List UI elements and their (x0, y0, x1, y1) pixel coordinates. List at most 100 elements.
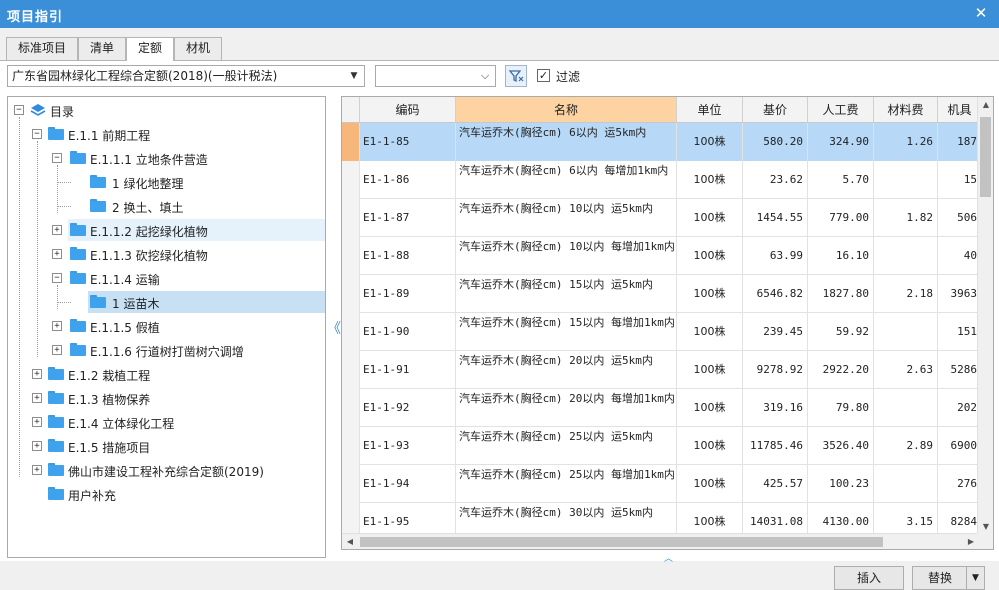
tree-node[interactable]: + E.1.1.5 假植 (8, 315, 325, 337)
cell-unit[interactable]: 100株 (677, 123, 743, 161)
column-header-labor-cost[interactable]: 人工费 (808, 97, 874, 123)
tree-node[interactable]: + E.1.4 立体绿化工程 (8, 411, 325, 433)
table-row[interactable]: E1-1-89 汽车运乔木(胸径cm) 15以内 运5km内 100株 6546.82… (342, 275, 982, 313)
cell-name[interactable]: 汽车运乔木(胸径cm) 20以内 每增加1km内 (456, 389, 677, 427)
row-indicator[interactable] (342, 427, 360, 465)
tab-quota[interactable]: 定额 (126, 37, 174, 61)
horizontal-scroll-thumb[interactable] (360, 537, 883, 547)
column-header-code[interactable]: 编码 (360, 97, 456, 123)
cell-machine-cost[interactable]: 506 (938, 199, 982, 237)
tab-standard-items[interactable]: 标准项目 (6, 37, 78, 60)
tab-materials[interactable]: 材机 (174, 37, 222, 60)
vertical-scroll-thumb[interactable] (980, 117, 991, 197)
horizontal-scrollbar[interactable]: ◀ ▶ (342, 533, 979, 549)
expand-icon[interactable]: + (32, 369, 42, 379)
cell-unit[interactable]: 100株 (677, 389, 743, 427)
expand-icon[interactable]: + (32, 441, 42, 451)
row-indicator[interactable] (342, 465, 360, 503)
column-header-machine-cost[interactable]: 机具 (938, 97, 982, 123)
row-indicator[interactable] (342, 123, 360, 161)
tree-node[interactable]: + E.1.2 栽植工程 (8, 363, 325, 385)
tree-node[interactable]: + E.1.3 植物保养 (8, 387, 325, 409)
filter-button[interactable] (505, 65, 527, 87)
cell-machine-cost[interactable]: 40 (938, 237, 982, 275)
cell-material-cost[interactable] (874, 237, 938, 275)
vertical-scrollbar[interactable]: ▲ ▼ (977, 97, 993, 535)
cell-unit[interactable]: 100株 (677, 465, 743, 503)
column-header-base-price[interactable]: 基价 (743, 97, 808, 123)
expand-icon[interactable]: + (32, 393, 42, 403)
table-row[interactable]: E1-1-86 汽车运乔木(胸径cm) 6以内 每增加1km内 100株 23.62 5… (342, 161, 982, 199)
cell-machine-cost[interactable]: 202 (938, 389, 982, 427)
cell-material-cost[interactable]: 1.82 (874, 199, 938, 237)
tree-node[interactable]: + E.1.5 措施项目 (8, 435, 325, 457)
cell-material-cost[interactable] (874, 161, 938, 199)
cell-labor-cost[interactable]: 3526.40 (808, 427, 874, 465)
table-row[interactable]: E1-1-88 汽车运乔木(胸径cm) 10以内 每增加1km内 100株 63.99… (342, 237, 982, 275)
row-indicator[interactable] (342, 199, 360, 237)
cell-base-price[interactable]: 63.99 (743, 237, 808, 275)
collapse-icon[interactable]: − (14, 105, 24, 115)
cell-unit[interactable]: 100株 (677, 237, 743, 275)
expand-icon[interactable]: + (52, 225, 62, 235)
tree-node[interactable]: 用户补充 (8, 483, 325, 505)
scroll-up-icon[interactable]: ▲ (978, 97, 993, 113)
tree-node[interactable]: 1 运苗木 (8, 291, 325, 313)
column-header-name[interactable]: 名称 (456, 97, 677, 123)
tree-node[interactable]: − 目录 (8, 99, 325, 121)
cell-code[interactable]: E1-1-94 (360, 465, 456, 503)
table-row[interactable]: E1-1-91 汽车运乔木(胸径cm) 20以内 运5km内 100株 9278.92… (342, 351, 982, 389)
table-row[interactable]: E1-1-92 汽车运乔木(胸径cm) 20以内 每增加1km内 100株 319.1… (342, 389, 982, 427)
cell-labor-cost[interactable]: 100.23 (808, 465, 874, 503)
column-header-unit[interactable]: 单位 (677, 97, 743, 123)
tree-node[interactable]: − E.1.1 前期工程 (8, 123, 325, 145)
table-row[interactable]: E1-1-94 汽车运乔木(胸径cm) 25以内 每增加1km内 100株 425.5… (342, 465, 982, 503)
table-row[interactable]: E1-1-85 汽车运乔木(胸径cm) 6以内 运5km内 100株 580.20 32… (342, 123, 982, 161)
filter-checkbox[interactable]: ✓ (537, 69, 550, 82)
row-indicator[interactable] (342, 161, 360, 199)
cell-labor-cost[interactable]: 5.70 (808, 161, 874, 199)
bottom-grip-icon[interactable]: ︿ (664, 551, 673, 564)
cell-name[interactable]: 汽车运乔木(胸径cm) 25以内 每增加1km内 (456, 465, 677, 503)
tree-node[interactable]: + 佛山市建设工程补充综合定额(2019) (8, 459, 325, 481)
row-indicator[interactable] (342, 389, 360, 427)
cell-material-cost[interactable]: 2.18 (874, 275, 938, 313)
cell-name[interactable]: 汽车运乔木(胸径cm) 6以内 运5km内 (456, 123, 677, 161)
cell-code[interactable]: E1-1-88 (360, 237, 456, 275)
cell-unit[interactable]: 100株 (677, 313, 743, 351)
collapse-left-icon[interactable]: 《 (327, 318, 341, 338)
quota-grid[interactable]: 编码 名称 单位 基价 人工费 材料费 机具 E1-1-85 汽车运乔木(胸径cm… (341, 96, 994, 550)
row-indicator[interactable] (342, 237, 360, 275)
cell-unit[interactable]: 100株 (677, 161, 743, 199)
cell-material-cost[interactable] (874, 465, 938, 503)
tree-node[interactable]: + E.1.1.2 起挖绿化植物 (8, 219, 325, 241)
directory-tree[interactable]: − 目录 − E.1.1 前期工程 − E.1.1.1 立地条件营造 1 绿化地整理 2 换土… (7, 96, 326, 558)
quota-library-select[interactable]: 广东省园林绿化工程综合定额(2018)(一般计税法) ▼ (7, 65, 365, 87)
cell-machine-cost[interactable]: 15 (938, 161, 982, 199)
cell-material-cost[interactable]: 1.26 (874, 123, 938, 161)
cell-material-cost[interactable] (874, 313, 938, 351)
tree-node[interactable]: + E.1.1.6 行道树打凿树穴调增 (8, 339, 325, 361)
cell-code[interactable]: E1-1-87 (360, 199, 456, 237)
cell-name[interactable]: 汽车运乔木(胸径cm) 15以内 每增加1km内 (456, 313, 677, 351)
expand-icon[interactable]: + (52, 345, 62, 355)
cell-code[interactable]: E1-1-85 (360, 123, 456, 161)
tree-node[interactable]: + E.1.1.3 砍挖绿化植物 (8, 243, 325, 265)
cell-name[interactable]: 汽车运乔木(胸径cm) 6以内 每增加1km内 (456, 161, 677, 199)
scroll-left-icon[interactable]: ◀ (342, 534, 358, 549)
expand-icon[interactable]: + (32, 417, 42, 427)
tree-node[interactable]: − E.1.1.4 运输 (8, 267, 325, 289)
table-row[interactable]: E1-1-90 汽车运乔木(胸径cm) 15以内 每增加1km内 100株 239.4… (342, 313, 982, 351)
cell-code[interactable]: E1-1-90 (360, 313, 456, 351)
cell-code[interactable]: E1-1-92 (360, 389, 456, 427)
cell-name[interactable]: 汽车运乔木(胸径cm) 25以内 运5km内 (456, 427, 677, 465)
expand-icon[interactable]: + (52, 249, 62, 259)
column-header-material-cost[interactable]: 材料费 (874, 97, 938, 123)
cell-base-price[interactable]: 6546.82 (743, 275, 808, 313)
cell-base-price[interactable]: 11785.46 (743, 427, 808, 465)
cell-unit[interactable]: 100株 (677, 427, 743, 465)
cell-code[interactable]: E1-1-91 (360, 351, 456, 389)
collapse-icon[interactable]: − (52, 273, 62, 283)
cell-base-price[interactable]: 1454.55 (743, 199, 808, 237)
secondary-select[interactable]: ⌵ (375, 65, 496, 87)
